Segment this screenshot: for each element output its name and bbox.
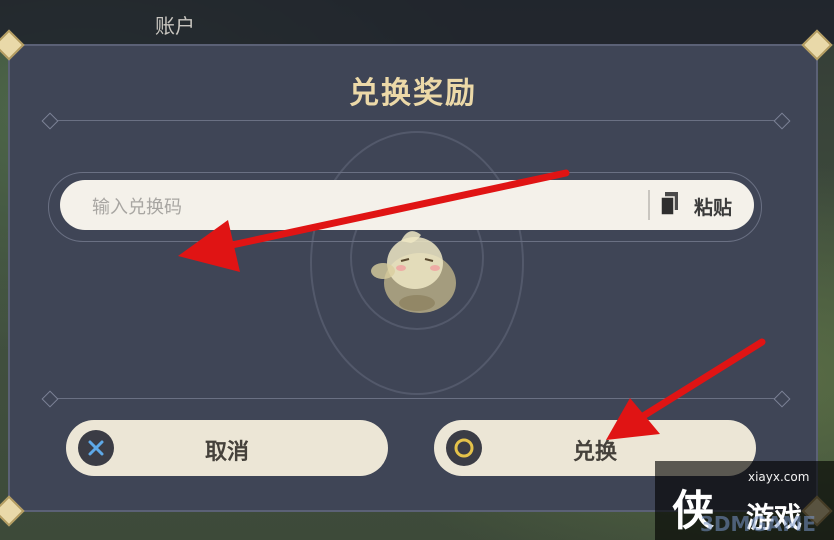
cancel-label: 取消	[204, 440, 249, 465]
divider-diamond-icon	[773, 390, 791, 408]
divider-diamond-icon	[41, 112, 59, 130]
top-bar: 账户	[0, 0, 834, 44]
paste-button[interactable]: 粘贴	[694, 193, 732, 220]
divider-diamond-icon	[773, 112, 791, 130]
clipboard-icon[interactable]	[660, 191, 680, 217]
input-placeholder: 输入兑换码	[92, 197, 182, 218]
bottom-divider	[50, 398, 780, 399]
cancel-button[interactable]: 取消	[66, 420, 388, 476]
dialog-title: 兑换奖励	[349, 76, 477, 111]
divider-diamond-icon	[41, 390, 59, 408]
paimon-mascot-icon	[365, 223, 475, 315]
account-label: 账户	[155, 14, 195, 38]
top-divider	[50, 120, 780, 121]
watermark-brand: 3DMGAME	[700, 512, 816, 536]
input-separator	[648, 190, 650, 220]
watermark-url: xiayx.com	[748, 470, 810, 484]
